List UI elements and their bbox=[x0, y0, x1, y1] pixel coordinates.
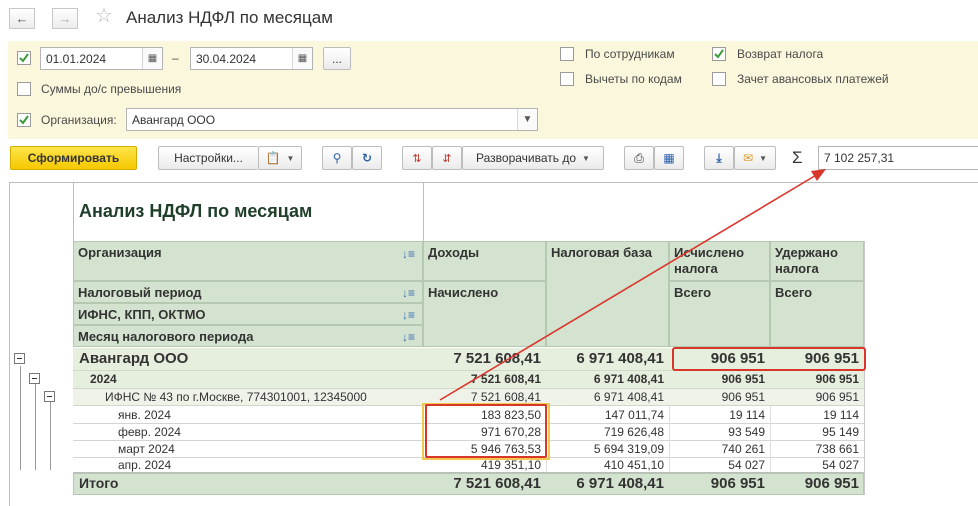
annotation-arrow bbox=[439, 169, 826, 401]
